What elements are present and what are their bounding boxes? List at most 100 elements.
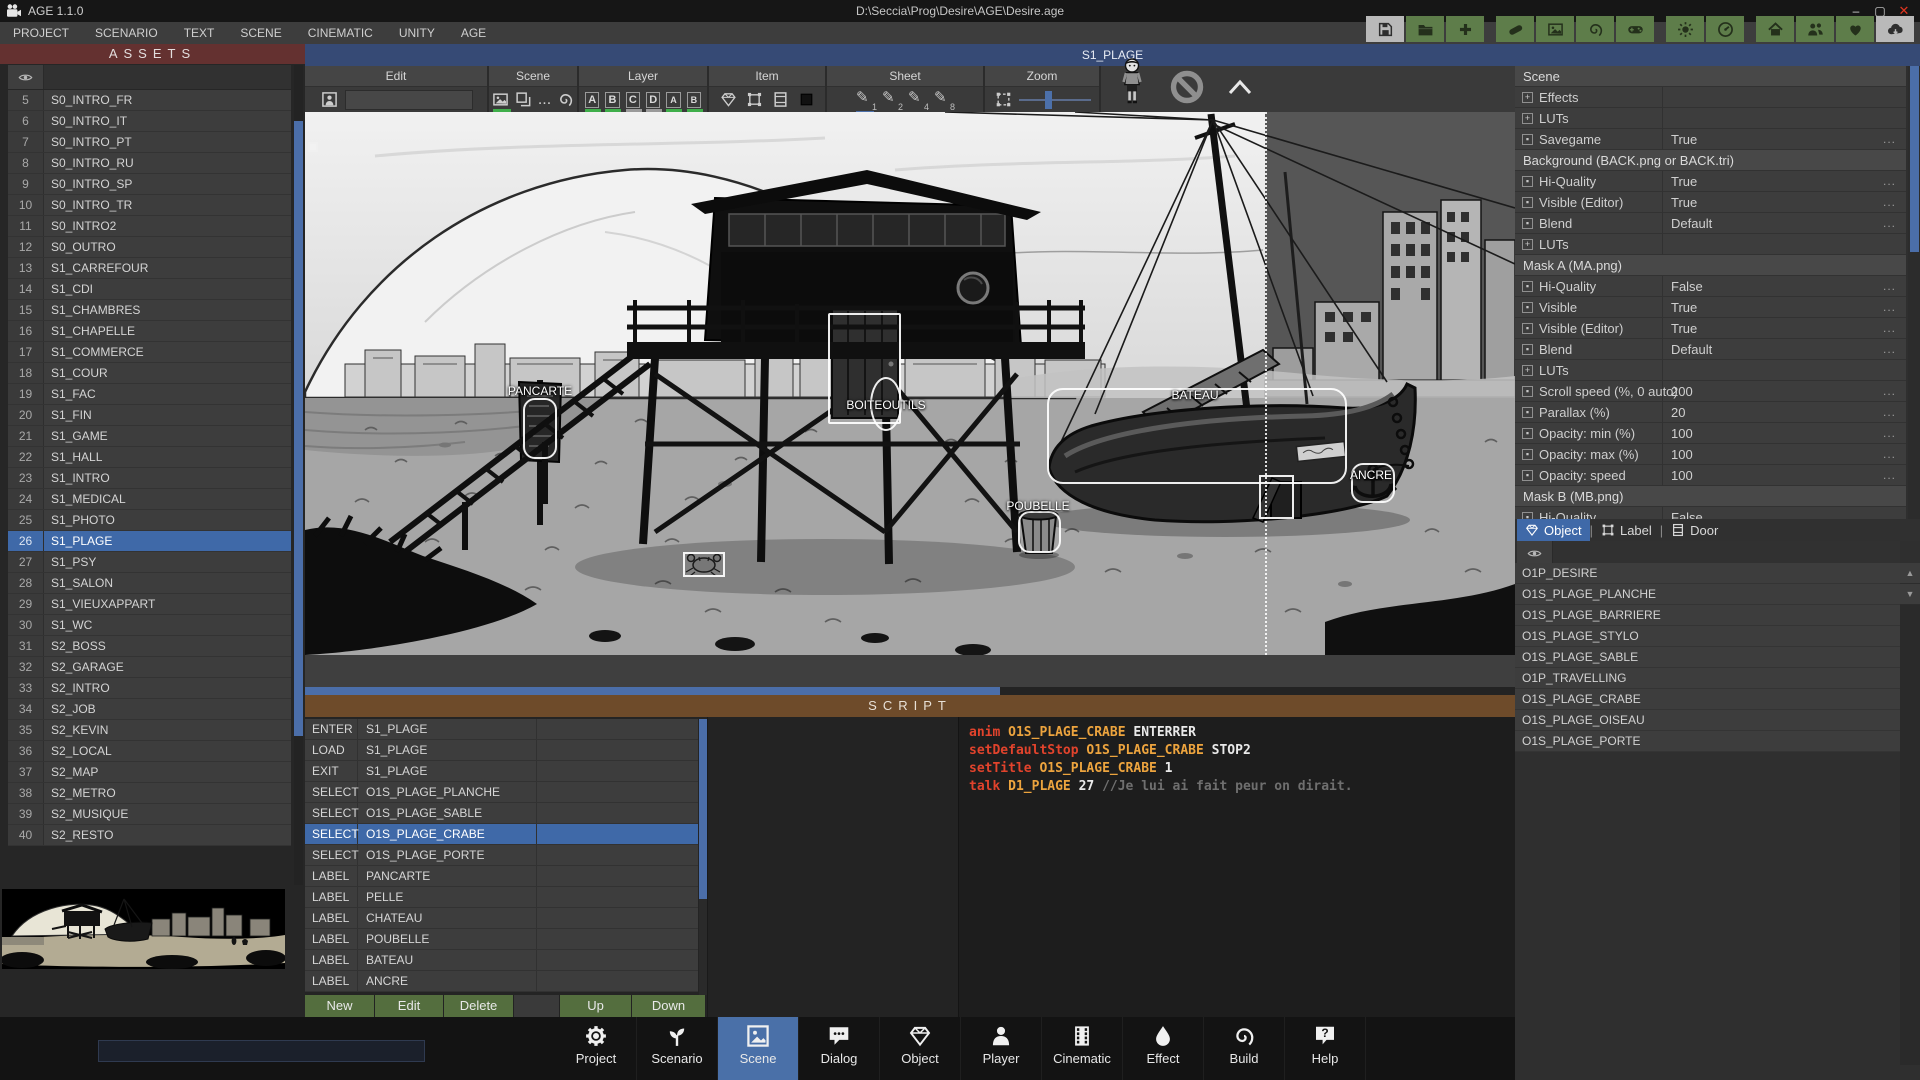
zoom-slider[interactable] xyxy=(1019,89,1091,111)
asset-row[interactable]: 39S2_MUSIQUE xyxy=(8,804,291,825)
object-list-item[interactable]: O1S_PLAGE_PORTE xyxy=(1515,731,1900,752)
object-list-item[interactable]: O1P_DESIRE xyxy=(1515,563,1900,584)
asset-row[interactable]: 24S1_MEDICAL xyxy=(8,489,291,510)
asset-row[interactable]: 31S2_BOSS xyxy=(8,636,291,657)
asset-row[interactable]: 36S2_LOCAL xyxy=(8,741,291,762)
script-scrollbar[interactable] xyxy=(699,719,707,995)
property-more-button[interactable]: ... xyxy=(1883,174,1906,188)
property-row[interactable]: ▪Visible (Editor)True... xyxy=(1515,318,1906,339)
portrait-tool-button[interactable] xyxy=(319,89,339,111)
mode-button-build[interactable]: Build xyxy=(1204,1017,1285,1080)
asset-row[interactable]: 7S0_INTRO_PT xyxy=(8,132,291,153)
plus-button[interactable] xyxy=(1446,16,1484,42)
tab-label[interactable]: Label xyxy=(1593,519,1660,541)
asset-row[interactable]: 35S2_KEVIN xyxy=(8,720,291,741)
property-more-button[interactable]: ... xyxy=(1883,195,1906,209)
property-more-button[interactable]: ... xyxy=(1883,132,1906,146)
layer-b-toggle[interactable]: B xyxy=(605,92,619,108)
property-more-button[interactable]: ... xyxy=(1883,405,1906,419)
tab-door[interactable]: Door xyxy=(1663,519,1726,541)
script-row[interactable]: LABELANCRE xyxy=(305,971,698,992)
property-more-button[interactable]: ... xyxy=(1883,426,1906,440)
marquee-tool-button[interactable] xyxy=(993,89,1013,111)
asset-row[interactable]: 19S1_FAC xyxy=(8,384,291,405)
collapse-toolbar-button[interactable] xyxy=(1227,78,1253,101)
asset-row[interactable]: 23S1_INTRO xyxy=(8,468,291,489)
asset-row[interactable]: 10S0_INTRO_TR xyxy=(8,195,291,216)
expand-icon[interactable]: + xyxy=(1522,239,1533,250)
sun-button[interactable] xyxy=(1666,16,1704,42)
properties-scrollbar[interactable] xyxy=(1908,66,1920,519)
script-row[interactable]: SELECTO1S_PLAGE_PLANCHE xyxy=(305,782,698,803)
property-row[interactable]: ▪Hi-QualityFalse... xyxy=(1515,276,1906,297)
script-row[interactable]: LOADS1_PLAGE xyxy=(305,740,698,761)
object-list-scroll-down[interactable]: ▼ xyxy=(1900,584,1920,605)
property-row[interactable]: ▪Opacity: speed100... xyxy=(1515,465,1906,486)
asset-row[interactable]: 37S2_MAP xyxy=(8,762,291,783)
asset-row[interactable]: 15S1_CHAMBRES xyxy=(8,300,291,321)
scene-hotspot-pancarte[interactable] xyxy=(523,398,557,459)
asset-row[interactable]: 28S1_SALON xyxy=(8,573,291,594)
scene-hotspot[interactable] xyxy=(1259,475,1294,519)
eraser-button[interactable] xyxy=(1496,16,1534,42)
mode-button-help[interactable]: ?Help xyxy=(1285,1017,1366,1080)
mode-button-scenario[interactable]: Scenario xyxy=(637,1017,718,1080)
property-row[interactable]: ▪Opacity: min (%)100... xyxy=(1515,423,1906,444)
asset-row[interactable]: 27S1_PSY xyxy=(8,552,291,573)
layers-tool-button[interactable] xyxy=(515,89,532,111)
home-button[interactable] xyxy=(1756,16,1794,42)
property-row[interactable]: ▪Opacity: max (%)100... xyxy=(1515,444,1906,465)
eye-icon[interactable] xyxy=(1517,541,1553,565)
expand-icon[interactable]: + xyxy=(1522,113,1533,124)
asset-row[interactable]: 17S1_COMMERCE xyxy=(8,342,291,363)
asset-row[interactable]: 32S2_GARAGE xyxy=(8,657,291,678)
mode-button-object[interactable]: Object xyxy=(880,1017,961,1080)
asset-row[interactable]: 12S0_OUTRO xyxy=(8,237,291,258)
object-list-item[interactable]: O1P_TRAVELLING xyxy=(1515,668,1900,689)
asset-row[interactable]: 21S1_GAME xyxy=(8,426,291,447)
object-list-item[interactable]: O1S_PLAGE_STYLO xyxy=(1515,626,1900,647)
menu-item-scene[interactable]: SCENE xyxy=(227,22,294,44)
zoom-slider-handle[interactable] xyxy=(1045,91,1052,109)
object-list-item[interactable]: O1S_PLAGE_PLANCHE xyxy=(1515,584,1900,605)
script-row[interactable]: LABELBATEAU xyxy=(305,950,698,971)
script-row[interactable]: SELECTO1S_PLAGE_CRABE xyxy=(305,824,698,845)
asset-row[interactable]: 20S1_FIN xyxy=(8,405,291,426)
asset-row[interactable]: 13S1_CARREFOUR xyxy=(8,258,291,279)
layer-a-small-toggle[interactable]: A xyxy=(666,92,680,108)
layer-d-toggle[interactable]: D xyxy=(646,92,660,108)
menu-item-text[interactable]: TEXT xyxy=(171,22,228,44)
mode-button-cinematic[interactable]: Cinematic xyxy=(1042,1017,1123,1080)
layer-a-toggle[interactable]: A xyxy=(585,92,599,108)
menu-item-unity[interactable]: UNITY xyxy=(386,22,448,44)
edit-name-field[interactable] xyxy=(345,90,473,110)
script-row[interactable]: EXITS1_PLAGE xyxy=(305,761,698,782)
sheet-pencil-8-button[interactable]: ✎8 xyxy=(934,88,954,112)
spiral-button[interactable] xyxy=(1576,16,1614,42)
asset-row[interactable]: 38S2_METRO xyxy=(8,783,291,804)
property-row[interactable]: +LUTs xyxy=(1515,360,1906,381)
property-more-button[interactable]: ... xyxy=(1883,447,1906,461)
people-button[interactable] xyxy=(1796,16,1834,42)
object-list-item[interactable]: O1S_PLAGE_BARRIERE xyxy=(1515,605,1900,626)
asset-row[interactable]: 26S1_PLAGE xyxy=(8,531,291,552)
asset-row[interactable]: 11S0_INTRO2 xyxy=(8,216,291,237)
save-button[interactable] xyxy=(1366,16,1404,42)
script-up-button[interactable]: Up xyxy=(560,995,632,1017)
property-more-button[interactable]: ... xyxy=(1883,279,1906,293)
script-down-button[interactable]: Down xyxy=(632,995,706,1017)
mode-button-project[interactable]: Project xyxy=(556,1017,637,1080)
asset-row[interactable]: 18S1_COUR xyxy=(8,363,291,384)
asset-row[interactable]: 22S1_HALL xyxy=(8,447,291,468)
script-row[interactable]: SELECTO1S_PLAGE_SABLE xyxy=(305,803,698,824)
asset-row[interactable]: 25S1_PHOTO xyxy=(8,510,291,531)
property-row[interactable]: ▪Parallax (%)20... xyxy=(1515,402,1906,423)
sheet-pencil-1-button[interactable]: ✎1 xyxy=(856,88,876,112)
property-more-button[interactable]: ... xyxy=(1883,468,1906,482)
property-more-button[interactable]: ... xyxy=(1883,216,1906,230)
script-row[interactable]: SELECTO1S_PLAGE_PORTE xyxy=(305,845,698,866)
asset-row[interactable]: 9S0_INTRO_SP xyxy=(8,174,291,195)
script-delete-button[interactable]: Delete xyxy=(444,995,514,1017)
asset-row[interactable]: 14S1_CDI xyxy=(8,279,291,300)
property-row[interactable]: ▪BlendDefault... xyxy=(1515,339,1906,360)
